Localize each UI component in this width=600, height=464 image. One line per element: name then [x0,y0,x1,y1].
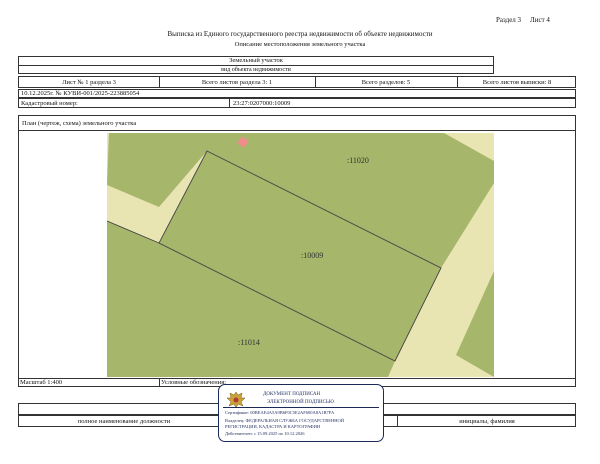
stamp-valid: Действителен: с 15.09.2025 по 10.12.2026 [225,431,305,436]
cadastral-label: Кадастровый номер: [21,99,78,107]
electronic-signature-stamp: ДОКУМЕНТ ПОДПИСАН ЭЛЕКТРОННОЙ ПОДПИСЬЮ С… [218,384,384,442]
document-title: Выписка из Единого государственного реес… [167,30,433,38]
document-subtitle: Описание местоположения земельного участ… [234,41,366,48]
label-11020: :11020 [347,156,369,165]
divider [229,99,230,107]
stamp-line1: ДОКУМЕНТ ПОДПИСАН [263,392,321,397]
reference-row: 10.12.2025г. № КУВИ-001/2025-223885054 [18,89,576,98]
scale: Масштаб 1:400 [20,379,63,386]
signature-caption: инициалы, фамилия [459,417,515,425]
total-sections: Всего разделов: 5 [361,78,411,86]
stamp-line2: ЭЛЕКТРОННОЙ ПОДПИСЬЮ [267,400,334,405]
plan-title-row: План (чертеж, схема) земельного участка [18,115,576,131]
parcel-plan-map: :11020 :10009 :11014 [107,133,494,377]
total-sheets-extract: Всего листов выписки: 8 [482,78,552,86]
sheet-label: Лист 4 [530,16,550,24]
position-caption: полное наименование должности [77,417,171,425]
total-sheets-section: Всего листов раздела 3: 1 [201,78,273,86]
divider [19,65,493,66]
divider [159,379,160,386]
stamp-owner-line2: РЕГИСТРАЦИИ, КАДАСТРА И КАРТОГРАФИИ [225,424,321,429]
object-type-box: Земельный участок вид объекта недвижимос… [18,56,494,74]
stamp-owner-line1: Владелец: ФЕДЕРАЛЬНАЯ СЛУЖБА ГОСУДАРСТВЕ… [225,418,345,423]
object-type: Земельный участок [229,57,283,64]
label-11014: :11014 [238,338,260,347]
date-number: 10.12.2025г. № КУВИ-001/2025-223885054 [21,90,140,97]
label-10009: :10009 [301,251,323,260]
sheet-in-section: Лист № 1 раздела 3 [62,78,116,86]
legend-label: Условные обозначения: [161,379,227,386]
cadastral-number: 23:27:0207000:10009 [233,99,291,107]
stamp-divider [223,407,379,408]
stamp-certificate: Сертификат: 00BEAE4A5A9B6F0C5E2AF600A8A1… [225,410,335,415]
object-type-caption: вид объекта недвижимости [221,67,291,73]
sheet-info-row: Лист № 1 раздела 3 Всего листов раздела … [18,76,576,88]
section-label: Раздел 3 [496,16,522,24]
plan-title: План (чертеж, схема) земельного участка [22,119,137,127]
cadastral-row: Кадастровый номер: 23:27:0207000:10009 [18,98,576,108]
